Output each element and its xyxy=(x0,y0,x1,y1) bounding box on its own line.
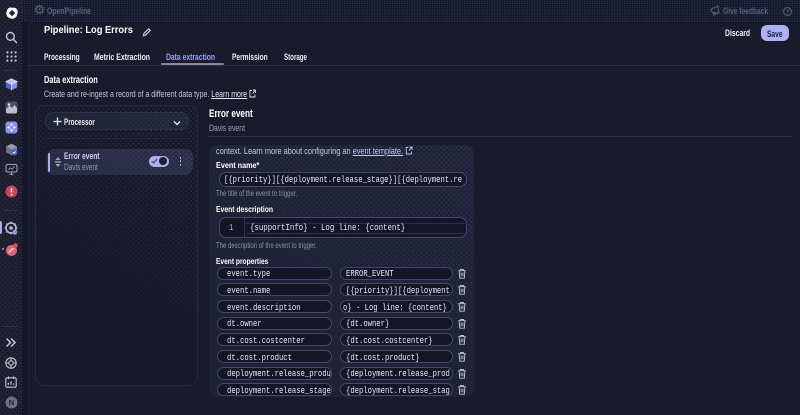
svg-text:N: N xyxy=(8,398,13,407)
svg-text:?: ? xyxy=(786,10,790,16)
